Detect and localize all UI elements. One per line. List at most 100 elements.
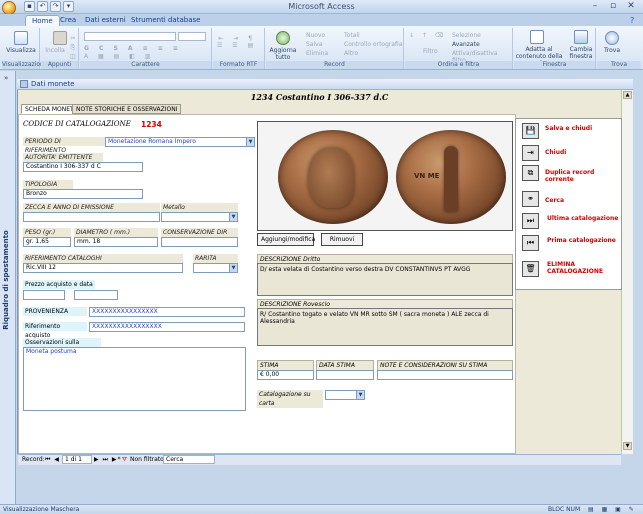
coin-obverse xyxy=(278,130,388,224)
riferimento-label: RIFERIMENTO CATALOGHI xyxy=(23,254,183,263)
incolla-button[interactable]: Incolla xyxy=(41,47,69,54)
record-first-prev-icon[interactable]: ⏮ ◀ xyxy=(45,455,60,465)
aggiungi-modifica-button[interactable]: Aggiungi/modifica xyxy=(257,233,315,246)
scroll-up-icon[interactable]: ▲ xyxy=(623,91,632,99)
salva-chiudi-button[interactable]: Salva e chiudi xyxy=(545,125,592,132)
maximize-icon[interactable]: ▫ xyxy=(604,1,622,12)
scroll-down-icon[interactable]: ▼ xyxy=(623,442,632,450)
stima-input[interactable]: € 0,00 xyxy=(257,370,314,380)
paste-icon[interactable] xyxy=(53,31,67,45)
tab-strumenti-database[interactable]: Strumenti database xyxy=(125,15,206,26)
dritto-textarea[interactable]: D/ esta velata di Costantino verso destr… xyxy=(257,263,513,296)
salva-button[interactable]: Salva xyxy=(306,41,322,48)
chevron-down-icon[interactable]: ▼ xyxy=(229,213,237,221)
chevron-down-icon[interactable]: ▼ xyxy=(356,391,364,399)
data-acquisto-input[interactable] xyxy=(74,290,118,300)
ultima-catalogazione-button[interactable]: Ultima catalogazione xyxy=(547,215,618,222)
record-next-last-icon[interactable]: ▶ ⏭ ▶* xyxy=(94,455,121,465)
filter-icon[interactable]: ⛛ xyxy=(122,455,127,465)
selezione-button[interactable]: Selezione xyxy=(452,32,481,39)
fit-window-icon[interactable] xyxy=(530,30,544,44)
group-label: Formato RTF xyxy=(213,61,264,69)
prima-catalogazione-button[interactable]: Prima catalogazione xyxy=(547,237,616,244)
rif-acquisto-input[interactable]: XXXXXXXXXXXXXXXXX xyxy=(89,322,245,332)
diametro-label: DIAMETRO ( mm.) xyxy=(74,228,158,237)
cat-carta-select[interactable]: ▼ xyxy=(325,390,365,400)
altro-button[interactable]: Altro xyxy=(344,50,358,57)
cut-copy-icons[interactable]: ✂ ⎘ ◫ xyxy=(70,34,76,61)
filtro-button[interactable]: Filtro xyxy=(423,48,438,55)
zecca-input[interactable] xyxy=(23,212,160,222)
font-name-select[interactable] xyxy=(84,32,176,41)
record-position-input[interactable]: 1 di 1 xyxy=(62,455,92,464)
binoculars-icon[interactable]: ⚭ xyxy=(522,191,539,207)
visualizza-button[interactable]: Visualizza xyxy=(2,47,40,54)
osservazioni-textarea[interactable]: Moneta postuma xyxy=(23,347,246,411)
duplica-button[interactable]: Duplica record corrente xyxy=(545,169,621,183)
riferimento-input[interactable]: Ric.VIII 12 xyxy=(23,263,183,273)
tipologia-input[interactable]: Bronzo xyxy=(23,189,143,199)
diametro-input[interactable]: mm. 18 xyxy=(74,237,158,247)
group-label: Visualizzazioni xyxy=(2,61,46,69)
filter-status[interactable]: Non filtrato xyxy=(130,455,164,465)
peso-input[interactable]: gr. 1,65 xyxy=(23,237,71,247)
cerca-button[interactable]: Cerca xyxy=(545,197,564,204)
switch-window-icon[interactable] xyxy=(574,30,588,44)
rovescio-textarea[interactable]: R/ Costantino togato e velato VN MR sott… xyxy=(257,308,513,346)
cambia-finestra-button[interactable]: Cambia finestra xyxy=(566,46,596,60)
last-record-icon[interactable]: ⏭ xyxy=(522,213,539,229)
duplicate-icon[interactable]: ⧉ xyxy=(522,165,539,181)
avanzate-button[interactable]: Avanzate xyxy=(452,41,480,48)
first-record-icon[interactable]: ⏮ xyxy=(522,235,539,251)
save-icon[interactable]: 💾 xyxy=(522,123,539,139)
nuovo-button[interactable]: Nuovo xyxy=(306,32,325,39)
form-icon xyxy=(20,80,28,88)
elimina-button[interactable]: Elimina xyxy=(306,50,328,57)
controllo-ortografia-button[interactable]: Controllo ortografia xyxy=(344,41,403,48)
trova-button[interactable]: Trova xyxy=(597,47,627,54)
minimize-icon[interactable]: – xyxy=(586,1,604,12)
tipologia-label: TIPOLOGIA xyxy=(23,180,73,189)
exit-icon[interactable]: ⇥ xyxy=(522,145,539,161)
rtf-buttons[interactable]: ⇤ ⇥ ¶ ☰ ☰ ▤ xyxy=(217,35,257,49)
tab-note-storiche[interactable]: NOTE STORICHE E OSSERVAZIONI xyxy=(72,104,182,114)
vertical-scrollbar[interactable]: ▲ ▼ xyxy=(621,90,633,454)
group-record: Aggiorna tutto Nuovo Salva Elimina Total… xyxy=(266,28,404,69)
cat-carta-label: Catalogazione su carta xyxy=(257,390,323,408)
form-header: 1234 Costantino I 306-337 d.C xyxy=(18,90,621,104)
conservazione-input[interactable] xyxy=(161,237,238,247)
tab-crea[interactable]: Crea xyxy=(54,15,82,26)
metallo-select[interactable]: ▼ xyxy=(161,212,238,222)
record-search-input[interactable]: Cerca xyxy=(163,455,215,464)
rimuovi-button[interactable]: Rimuovi xyxy=(321,233,363,246)
view-switch-icons[interactable]: ▤ ▦ ▣ ✎ xyxy=(588,505,637,514)
font-size-select[interactable] xyxy=(178,32,206,41)
metallo-label: Metallo xyxy=(161,203,238,212)
navigation-pane[interactable]: » Riquadro di spostamento xyxy=(0,71,16,504)
format-buttons[interactable]: G C S A ≡ ≡ ≡ xyxy=(84,45,182,52)
chevron-down-icon[interactable]: ▼ xyxy=(229,264,237,272)
trash-icon[interactable]: 🗑 xyxy=(522,261,539,277)
rarita-select[interactable]: ▼ xyxy=(193,263,238,273)
prezzo-input[interactable] xyxy=(23,290,65,300)
totali-button[interactable]: Totali xyxy=(344,32,360,39)
periodo-select[interactable]: Monetazione Romana Impero ▼ xyxy=(105,137,255,147)
sort-buttons[interactable]: ↓ ↑ ⌫ xyxy=(409,32,446,39)
autorita-input[interactable]: Costantino I 306-337 d C xyxy=(23,162,143,172)
provenienza-input[interactable]: XXXXXXXXXXXXXXXX xyxy=(89,307,245,317)
data-stima-input[interactable] xyxy=(316,370,374,380)
close-icon[interactable]: ✕ xyxy=(622,1,640,12)
side-button-panel: 💾 Salva e chiudi ⇥ Chiudi ⧉ Duplica reco… xyxy=(515,118,622,290)
refresh-icon[interactable] xyxy=(276,31,290,45)
note-stima-input[interactable] xyxy=(377,370,513,380)
color-buttons[interactable]: A ▦ ▤ ◧ ▥ xyxy=(84,53,154,60)
chevron-down-icon[interactable]: ▼ xyxy=(246,138,254,146)
chiudi-button[interactable]: Chiudi xyxy=(545,149,566,156)
tab-dati-esterni[interactable]: Dati esterni xyxy=(79,15,132,26)
navigation-pane-label: Riquadro di spostamento xyxy=(2,230,10,330)
help-icon[interactable]: ? xyxy=(630,16,634,25)
binoculars-icon[interactable] xyxy=(605,31,619,45)
elimina-catalogazione-button[interactable]: ELIMINA CATALOGAZIONE xyxy=(547,261,619,275)
aggiorna-tutto-button[interactable]: Aggiorna tutto xyxy=(266,47,300,61)
view-icon[interactable] xyxy=(14,31,28,45)
